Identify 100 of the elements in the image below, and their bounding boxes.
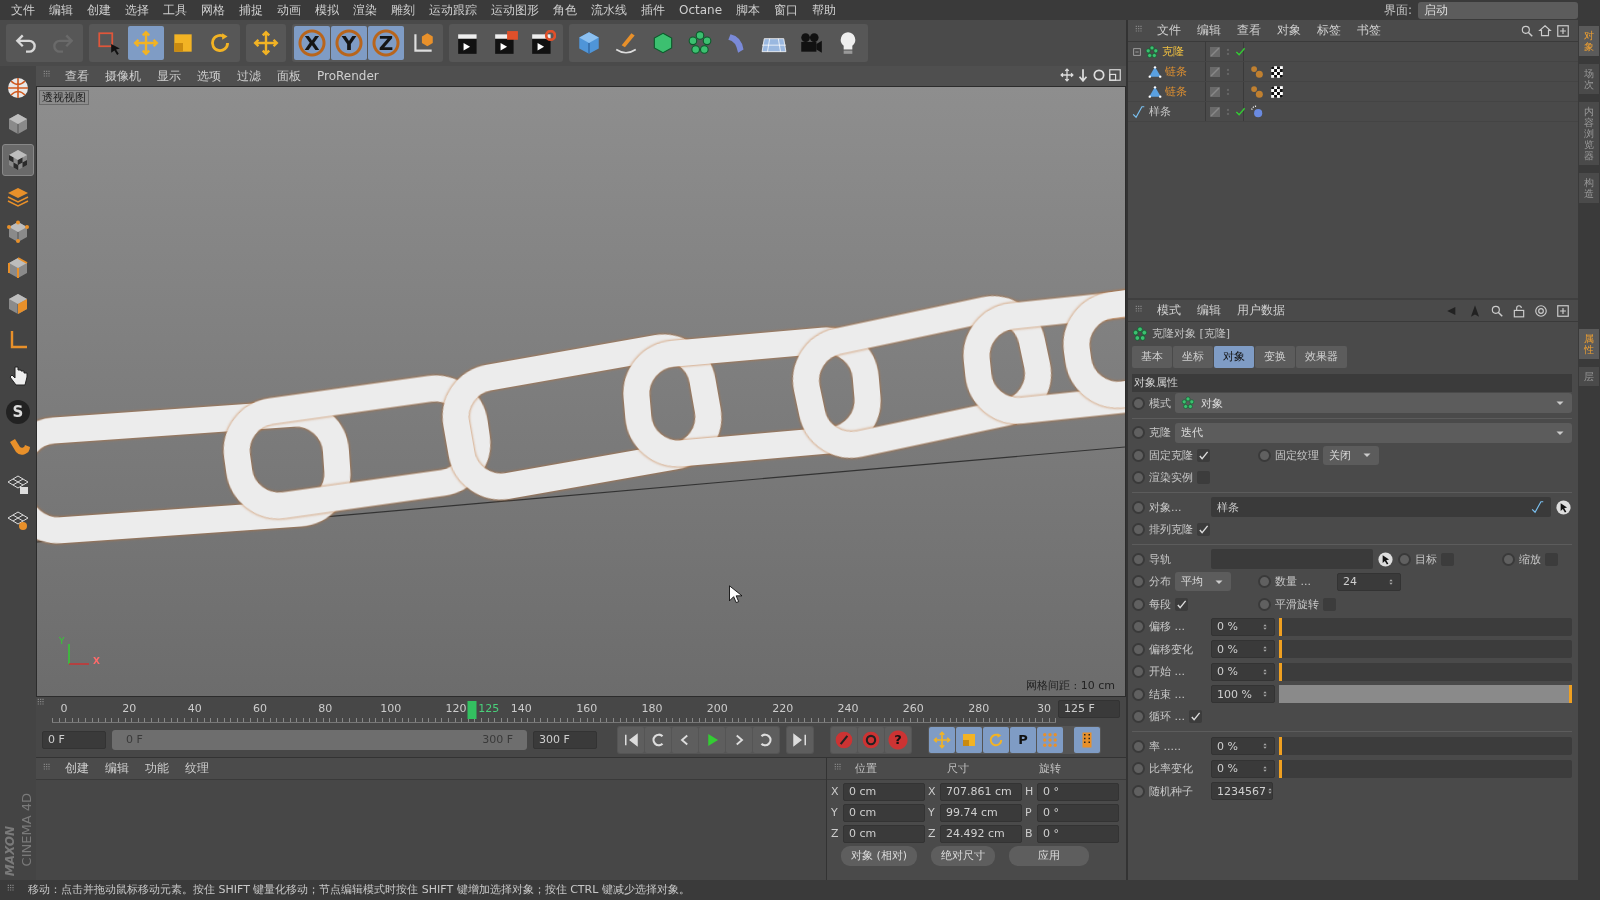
layer-icon[interactable] [1209, 45, 1221, 58]
keyframe-dot[interactable] [1132, 739, 1145, 753]
menu-item[interactable]: 书签 [1350, 23, 1388, 38]
move-view-icon[interactable] [1060, 68, 1074, 82]
menu-item[interactable]: 文件 [1150, 23, 1188, 38]
keyframe-dot[interactable] [1132, 523, 1145, 537]
apply-button[interactable]: 应用 [1009, 846, 1090, 866]
slider-thumb[interactable] [1279, 640, 1282, 659]
add-panel-icon[interactable] [1556, 23, 1570, 38]
coordinate-field[interactable]: 0 cm [843, 804, 925, 822]
menu-item[interactable]: 动画 [270, 2, 308, 18]
enabled-check-icon[interactable] [1235, 46, 1246, 57]
dropdown[interactable]: 关闭 [1323, 445, 1379, 465]
slider-thumb[interactable] [1279, 617, 1282, 636]
coordinate-field[interactable]: 0 ° [1037, 783, 1119, 801]
keyframe-dot[interactable] [1502, 552, 1515, 566]
menu-item[interactable]: 标签 [1310, 23, 1348, 38]
menu-item[interactable]: 编辑 [1190, 23, 1228, 38]
slider-track[interactable] [1279, 737, 1572, 756]
keyframe-dot[interactable] [1258, 575, 1271, 589]
menu-item[interactable]: 运动跟踪 [422, 2, 484, 18]
number-field[interactable]: 0 % [1211, 662, 1275, 681]
menu-item[interactable]: 雕刻 [384, 2, 422, 18]
next-key-button[interactable] [753, 727, 779, 753]
keyframe-dot[interactable] [1132, 471, 1145, 485]
link-field[interactable]: 样条 [1211, 497, 1551, 518]
menu-item[interactable]: 过滤 [230, 68, 268, 84]
number-field[interactable]: 100 % [1211, 685, 1275, 704]
layer-icon[interactable] [1209, 105, 1221, 118]
keyframe-dot[interactable] [1132, 620, 1145, 634]
tab[interactable]: 坐标 [1173, 346, 1213, 368]
size-mode-dropdown[interactable]: 绝对尺寸 [931, 846, 996, 866]
menu-item[interactable]: 脚本 [729, 2, 768, 18]
menu-item[interactable]: 捕捉 [232, 2, 270, 18]
coordinate-field[interactable]: 0 cm [843, 825, 925, 843]
checker-tag-icon[interactable] [1270, 64, 1284, 79]
checkbox[interactable] [1189, 710, 1202, 724]
start-frame-field[interactable]: 0 F [42, 731, 106, 749]
menu-item[interactable]: 选项 [190, 68, 228, 84]
target-icon[interactable] [1534, 303, 1548, 318]
number-field[interactable]: 0 % [1211, 737, 1275, 756]
menu-item[interactable]: 摄像机 [98, 68, 148, 84]
menu-item[interactable]: 查看 [1230, 23, 1268, 38]
maximize-icon[interactable] [1108, 68, 1122, 82]
menu-item[interactable]: 显示 [150, 68, 188, 84]
slider-track[interactable] [1279, 685, 1572, 704]
menu-item[interactable]: 面板 [270, 68, 308, 84]
keyframe-dot[interactable] [1132, 448, 1145, 462]
menu-item[interactable]: 网格 [194, 2, 232, 18]
go-to-start-button[interactable] [618, 727, 644, 753]
tab[interactable]: 对象 [1214, 346, 1254, 368]
number-field[interactable]: 0 % [1211, 640, 1275, 659]
menu-item[interactable]: 选择 [118, 2, 156, 18]
menu-item[interactable]: 创建 [80, 2, 118, 18]
pick-icon[interactable] [1555, 498, 1572, 516]
checker-cube-button[interactable] [2, 144, 34, 176]
menu-item[interactable]: 纹理 [178, 761, 216, 776]
checkbox[interactable] [1197, 448, 1210, 462]
end-frame-field[interactable]: 300 F [533, 731, 597, 749]
menu-item[interactable]: 查看 [58, 68, 96, 84]
menu-item[interactable]: 编辑 [1190, 303, 1228, 318]
menu-item[interactable]: 模式 [1150, 303, 1188, 318]
coordinate-field[interactable]: 707.861 cm [940, 783, 1022, 801]
film-strip-key-button[interactable] [1074, 727, 1100, 753]
go-to-end-button[interactable] [787, 727, 813, 753]
checkbox[interactable] [1197, 523, 1210, 537]
side-tab[interactable]: 场次 [1579, 64, 1599, 94]
checkbox[interactable] [1175, 597, 1188, 611]
pick-icon[interactable] [1377, 550, 1394, 568]
menu-item[interactable]: 角色 [546, 2, 584, 18]
object-name[interactable]: 克隆 [1162, 44, 1184, 59]
slider-thumb[interactable] [1279, 737, 1282, 756]
coordinate-field[interactable]: 99.74 cm [940, 804, 1022, 822]
menu-item[interactable]: 对象 [1270, 23, 1308, 38]
menu-item[interactable]: 编辑 [98, 761, 136, 776]
menu-item[interactable]: 编辑 [42, 2, 80, 18]
previous-key-button[interactable] [645, 727, 671, 753]
arrow-icon[interactable] [1076, 68, 1090, 82]
coordinate-field[interactable]: 0 ° [1037, 804, 1119, 822]
object-name[interactable]: 链条 [1165, 84, 1187, 99]
slider-thumb[interactable] [1279, 662, 1282, 681]
dropdown[interactable]: 平均 [1175, 572, 1231, 592]
menu-item[interactable]: 窗口 [767, 2, 806, 18]
mode-dropdown[interactable]: 对象 (相对) [841, 846, 918, 866]
menu-item[interactable]: 插件 [634, 2, 672, 18]
coordinate-field[interactable]: 0 ° [1037, 825, 1119, 843]
keyframe-dot[interactable] [1132, 575, 1145, 589]
side-tab[interactable]: 构造 [1579, 173, 1599, 203]
soft-selection-button[interactable]: S [6, 400, 30, 424]
menu-item[interactable]: 创建 [58, 761, 96, 776]
menu-item[interactable]: 文件 [4, 2, 42, 18]
menu-item[interactable]: 帮助 [805, 2, 844, 18]
add-panel-icon[interactable] [1556, 303, 1570, 318]
object-name[interactable]: 样条 [1149, 104, 1171, 119]
keyframe-dot[interactable] [1132, 552, 1145, 566]
number-field[interactable]: 0 % [1211, 759, 1275, 778]
autokey-button[interactable] [858, 727, 884, 753]
rotate-view-icon[interactable] [1092, 68, 1106, 82]
lock-icon[interactable] [1512, 303, 1526, 318]
menu-item[interactable]: 功能 [138, 761, 176, 776]
